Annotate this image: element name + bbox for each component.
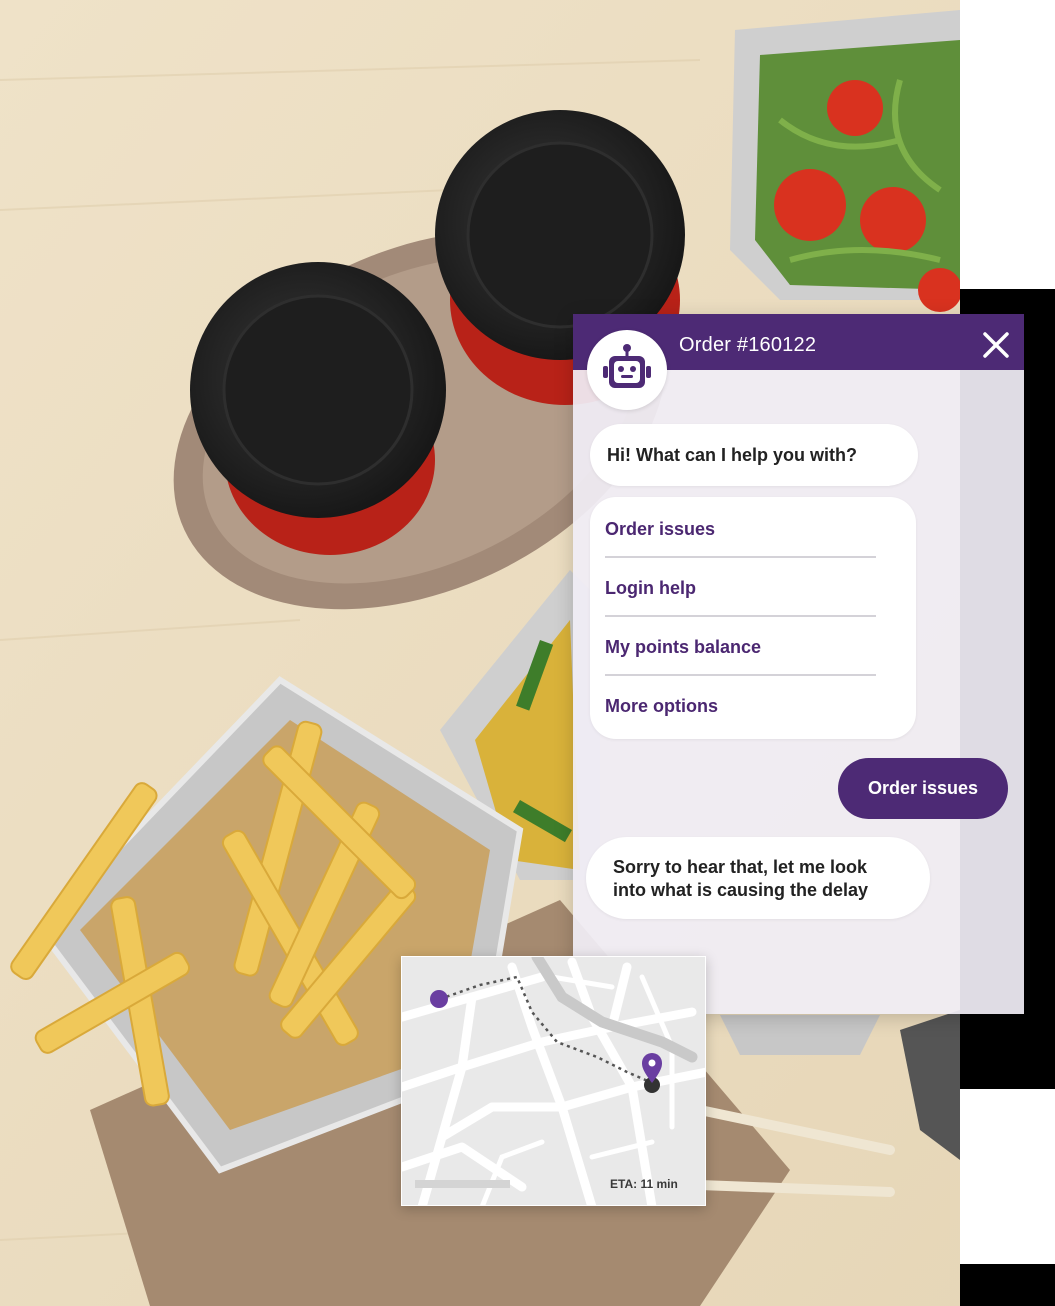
- right-edge-lower-white: [960, 1089, 1055, 1264]
- option-more-options[interactable]: More options: [605, 676, 876, 734]
- user-message-bubble: Order issues: [838, 758, 1008, 819]
- option-login-help[interactable]: Login help: [605, 558, 876, 616]
- bot-reply-line: into what is causing the delay: [613, 880, 869, 900]
- map-attribution-bar: [415, 1180, 510, 1188]
- quick-options-menu: Order issues Login help My points balanc…: [590, 497, 916, 739]
- option-points-balance[interactable]: My points balance: [605, 617, 876, 675]
- bot-reply-bubble: Sorry to hear that, let me look into wha…: [586, 837, 930, 919]
- route-map: [402, 957, 705, 1205]
- right-edge-top-white: [960, 0, 1055, 289]
- close-icon: [983, 332, 1009, 358]
- delivery-map-card: ETA: 11 min: [401, 956, 706, 1206]
- origin-dot-icon: [430, 990, 448, 1008]
- order-title: Order #160122: [679, 334, 817, 356]
- bot-reply-line: Sorry to hear that, let me look: [613, 857, 868, 877]
- bot-greeting-bubble: Hi! What can I help you with?: [590, 424, 918, 486]
- option-order-issues[interactable]: Order issues: [605, 499, 876, 557]
- robot-icon: [603, 344, 651, 388]
- close-button[interactable]: [979, 328, 1013, 362]
- eta-label: ETA: 11 min: [610, 1177, 678, 1191]
- chat-widget: Order #160122 Hi! What can I help you wi…: [573, 314, 1024, 1014]
- right-edge-bottom-black: [960, 1264, 1055, 1306]
- bot-avatar: [587, 330, 667, 410]
